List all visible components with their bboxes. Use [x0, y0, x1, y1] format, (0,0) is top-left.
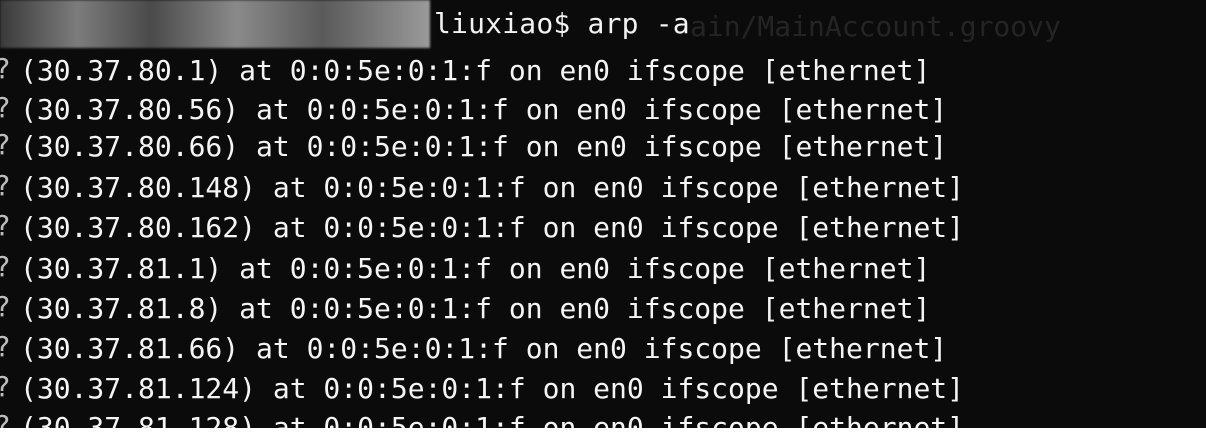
arp-entry-row: (30.37.80.66) at 0:0:5e:0:1:f on en0 ifs…: [20, 130, 948, 163]
row-prefix: ?: [0, 290, 16, 323]
row-prefix: ?: [0, 169, 16, 202]
arp-entry-row: (30.37.81.66) at 0:0:5e:0:1:f on en0 ifs…: [20, 332, 948, 365]
arp-entry-row: (30.37.81.8) at 0:0:5e:0:1:f on en0 ifsc…: [20, 292, 931, 325]
row-prefix: ?: [0, 250, 16, 283]
row-prefix: ?: [0, 52, 16, 85]
terminal-window[interactable]: ain/MainAccount.groovy liuxiao$ arp -a ?…: [0, 0, 1206, 434]
row-prefix: ?: [0, 209, 16, 242]
terminal-bottom-edge: [0, 428, 1206, 434]
arp-entry-row: (30.37.80.162) at 0:0:5e:0:1:f on en0 if…: [20, 211, 965, 244]
arp-entry-row: (30.37.81.124) at 0:0:5e:0:1:f on en0 if…: [20, 372, 965, 405]
arp-entry-row: (30.37.80.1) at 0:0:5e:0:1:f on en0 ifsc…: [20, 54, 931, 87]
arp-entry-row: (30.37.80.148) at 0:0:5e:0:1:f on en0 if…: [20, 171, 965, 204]
row-prefix: ?: [0, 128, 16, 161]
row-prefix: ?: [0, 370, 16, 403]
row-prefix: ?: [0, 91, 16, 124]
ghost-overlay-text: ain/MainAccount.groovy: [690, 10, 1061, 43]
arp-entry-row: (30.37.81.1) at 0:0:5e:0:1:f on en0 ifsc…: [20, 252, 931, 285]
redacted-prompt-area: [0, 0, 430, 48]
arp-entry-row: (30.37.80.56) at 0:0:5e:0:1:f on en0 ifs…: [20, 93, 948, 126]
row-prefix: ?: [0, 330, 16, 363]
command-prompt: liuxiao$ arp -a: [434, 7, 690, 40]
